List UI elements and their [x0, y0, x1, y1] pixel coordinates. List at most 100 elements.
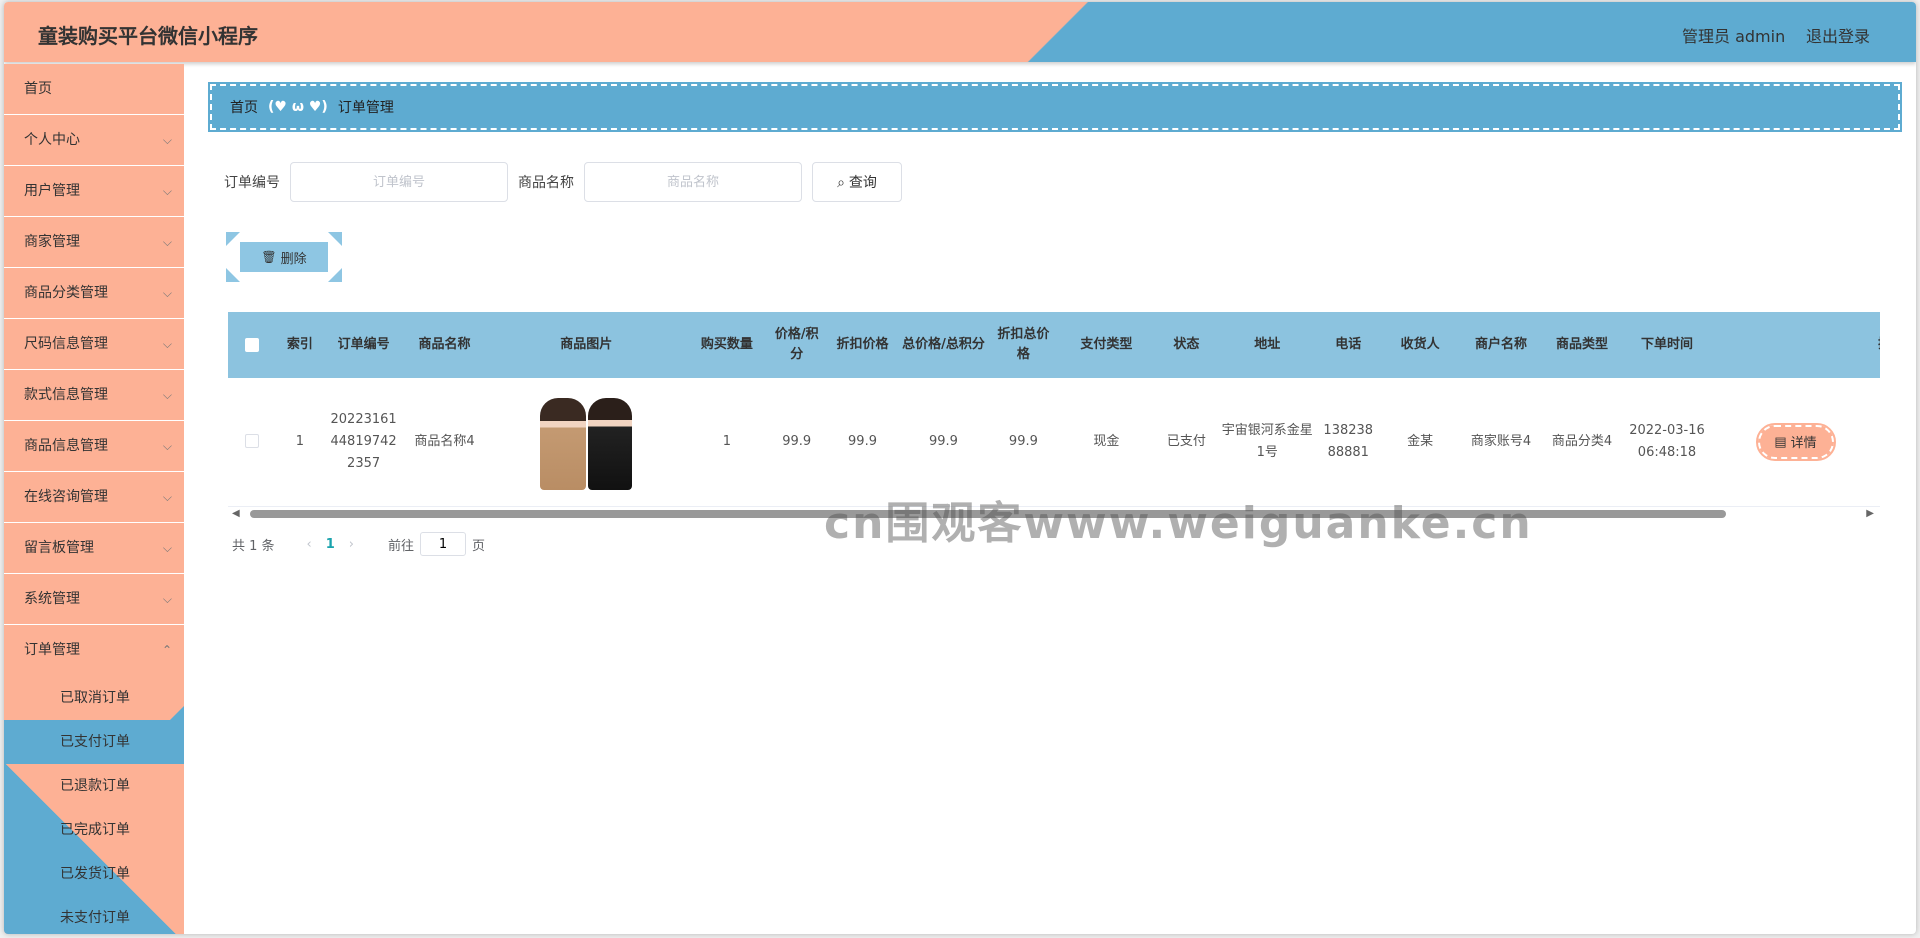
table-row: 1 20223161448197422357 商品名称4 1 99.9 99.9 — [228, 378, 1880, 506]
breadcrumb-separator: (♥ ω ♥) — [268, 99, 328, 115]
app-title: 童装购买平台微信小程序 — [38, 24, 258, 48]
page-suffix: 页 — [472, 538, 486, 554]
cell-merchant: 商家账号4 — [1470, 433, 1532, 449]
sidebar-item-product-management[interactable]: 商品信息管理 ⌵ — [4, 421, 184, 472]
corner-decoration — [226, 232, 240, 246]
corner-decoration — [328, 232, 342, 246]
submenu-unpaid-orders[interactable]: 未支付订单 — [4, 896, 184, 934]
sidebar-item-style-management[interactable]: 款式信息管理 ⌵ — [4, 370, 184, 421]
chevron-down-icon: ⌵ — [162, 286, 172, 300]
pagination: 共 1 条 ‹ 1 › 前往 页 — [232, 532, 485, 556]
sidebar-item-label: 系统管理 — [24, 591, 80, 607]
delete-button-wrap: 🗑 删除 — [226, 232, 342, 282]
scrollbar-thumb[interactable] — [250, 510, 1726, 518]
breadcrumb-home[interactable]: 首页 — [230, 97, 258, 117]
cell-status: 已支付 — [1166, 433, 1206, 449]
submenu-cancelled-orders[interactable]: 已取消订单 — [4, 676, 184, 720]
logout-link[interactable]: 退出登录 — [1806, 23, 1870, 47]
order-no-input[interactable] — [290, 162, 508, 202]
select-all-checkbox[interactable] — [245, 337, 260, 352]
sidebar-item-label: 首页 — [24, 81, 52, 97]
search-icon: ⌕ — [837, 173, 845, 190]
chevron-down-icon: ⌵ — [162, 439, 172, 453]
sidebar-item-system-management[interactable]: 系统管理 ⌵ — [4, 574, 184, 625]
sidebar-item-consult-management[interactable]: 在线咨询管理 ⌵ — [4, 472, 184, 523]
model-figure — [540, 397, 587, 490]
cell-order-no: 20223161448197422357 — [330, 411, 397, 471]
goto-label: 前往 — [388, 538, 415, 554]
column-header: 支付类型 — [1080, 337, 1133, 352]
sidebar-item-label: 留言板管理 — [24, 540, 94, 556]
chevron-down-icon: ⌵ — [162, 184, 172, 198]
orders-table-wrap: 索引 订单编号 商品名称 商品图片 购买数量 价格/积分 折扣价格 总价格/总积… — [228, 312, 1880, 507]
product-name-label: 商品名称 — [518, 175, 574, 191]
cell-discount-total: 99.9 — [1008, 433, 1038, 449]
row-checkbox[interactable] — [245, 434, 260, 449]
cell-index: 1 — [295, 433, 304, 449]
horizontal-scrollbar[interactable]: ◀ ▶ — [228, 506, 1880, 520]
sidebar-item-merchant-management[interactable]: 商家管理 ⌵ — [4, 217, 184, 268]
breadcrumb: 首页 (♥ ω ♥) 订单管理 — [208, 82, 1902, 132]
sidebar-item-user-management[interactable]: 用户管理 ⌵ — [4, 166, 184, 217]
column-header: 购买数量 — [700, 337, 753, 352]
chevron-down-icon: ⌵ — [162, 235, 172, 249]
cell-product-image — [485, 378, 687, 506]
sidebar-item-category-management[interactable]: 商品分类管理 ⌵ — [4, 268, 184, 319]
column-header: 收货人 — [1400, 337, 1440, 352]
trash-icon: 🗑 — [261, 250, 277, 264]
column-header: 商品图片 — [560, 337, 613, 352]
scroll-right-icon[interactable]: ▶ — [1866, 508, 1874, 519]
order-submenu: 已取消订单 已支付订单 已退款订单 已完成订单 已发货订单 未支付订单 — [4, 676, 184, 934]
submenu-paid-orders[interactable]: 已支付订单 — [4, 706, 184, 764]
sidebar-item-label: 在线咨询管理 — [24, 489, 108, 505]
row-select-cell — [228, 378, 277, 506]
submenu-completed-orders[interactable]: 已完成订单 — [4, 808, 184, 852]
cell-order-time: 2022-03-16 06:48:18 — [1629, 422, 1705, 460]
app-frame: 童装购买平台微信小程序 管理员 admin 退出登录 首页 个人中心 ⌵ 用户管理… — [4, 2, 1916, 934]
delete-button[interactable]: 🗑 删除 — [240, 242, 328, 272]
next-page-icon[interactable]: › — [349, 537, 354, 552]
sidebar-item-home[interactable]: 首页 — [4, 64, 184, 115]
product-name-input[interactable] — [584, 162, 802, 202]
scroll-left-icon[interactable]: ◀ — [232, 508, 240, 519]
goto-page-input[interactable] — [420, 532, 467, 556]
column-header: 折扣总价格 — [997, 327, 1050, 362]
prev-page-icon[interactable]: ‹ — [307, 537, 312, 552]
column-header: 总价格/总积分 — [902, 337, 985, 352]
corner-decoration — [226, 268, 240, 282]
chevron-up-icon: ⌃ — [161, 643, 172, 657]
query-button[interactable]: ⌕ 查询 — [812, 162, 902, 202]
chevron-down-icon: ⌵ — [162, 490, 172, 504]
admin-user-label: 管理员 admin — [1682, 27, 1786, 46]
sidebar-item-personal-center[interactable]: 个人中心 ⌵ — [4, 115, 184, 166]
column-header: 价格/积分 — [774, 327, 819, 362]
submenu-refunded-orders[interactable]: 已退款订单 — [4, 764, 184, 808]
column-header: 操作 — [1712, 312, 1880, 378]
column-header: 地址 — [1254, 337, 1281, 352]
detail-button[interactable]: ▤ 详情 — [1755, 422, 1836, 461]
column-header: 折扣价格 — [836, 337, 889, 352]
sidebar-menu: 首页 个人中心 ⌵ 用户管理 ⌵ 商家管理 ⌵ 商品分类管理 ⌵ 尺码信息管理 ⌵ 款式信… — [4, 64, 184, 934]
sidebar-item-size-management[interactable]: 尺码信息管理 ⌵ — [4, 319, 184, 370]
cell-pay-type: 现金 — [1093, 433, 1120, 449]
sidebar-item-label: 商品分类管理 — [24, 285, 108, 301]
cell-discount-price: 99.9 — [848, 433, 877, 449]
model-figure — [588, 397, 633, 490]
search-bar: 订单编号 商品名称 ⌕ 查询 — [224, 162, 902, 202]
chevron-down-icon: ⌵ — [162, 592, 172, 606]
orders-table: 索引 订单编号 商品名称 商品图片 购买数量 价格/积分 折扣价格 总价格/总积… — [228, 312, 1880, 507]
sidebar-item-order-management[interactable]: 订单管理 ⌃ — [4, 625, 184, 676]
cell-product-type: 商品分类4 — [1551, 433, 1613, 449]
chevron-down-icon: ⌵ — [162, 388, 172, 402]
sidebar-item-message-board[interactable]: 留言板管理 ⌵ — [4, 523, 184, 574]
cell-actions: ▤ 详情 — [1712, 378, 1880, 506]
submenu-shipped-orders[interactable]: 已发货订单 — [4, 852, 184, 896]
detail-button-label: 详情 — [1790, 435, 1817, 451]
cell-address: 宇宙银河系金星1号 — [1221, 422, 1313, 460]
top-header: 童装购买平台微信小程序 管理员 admin 退出登录 — [4, 2, 1916, 62]
pagination-total: 共 1 条 — [232, 538, 275, 554]
document-icon: ▤ — [1774, 433, 1787, 449]
table-header-row: 索引 订单编号 商品名称 商品图片 购买数量 价格/积分 折扣价格 总价格/总积… — [228, 312, 1880, 378]
page-number[interactable]: 1 — [326, 537, 335, 552]
sidebar-item-label: 个人中心 — [24, 132, 80, 148]
